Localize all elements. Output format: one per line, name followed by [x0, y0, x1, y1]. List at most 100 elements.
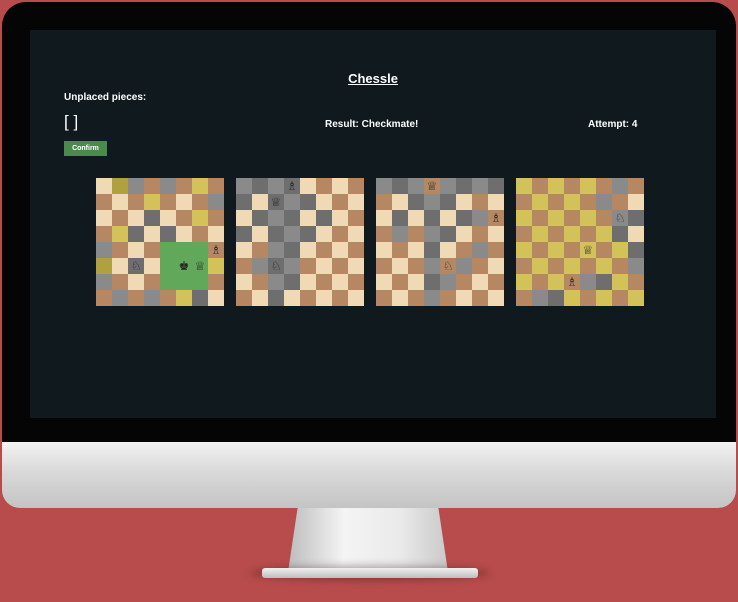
board-square[interactable]: [612, 290, 628, 306]
board-square[interactable]: [408, 274, 424, 290]
board-square[interactable]: [236, 242, 252, 258]
board-square[interactable]: [488, 226, 504, 242]
board-square[interactable]: [628, 290, 644, 306]
board-square[interactable]: [376, 210, 392, 226]
board-square[interactable]: [628, 274, 644, 290]
board-square[interactable]: [532, 194, 548, 210]
board-square[interactable]: [376, 290, 392, 306]
board-square[interactable]: [128, 274, 144, 290]
board-square[interactable]: [440, 290, 456, 306]
board-square[interactable]: [112, 290, 128, 306]
board-square[interactable]: [300, 274, 316, 290]
board-square[interactable]: [208, 290, 224, 306]
board-square[interactable]: [252, 226, 268, 242]
board-square[interactable]: [128, 242, 144, 258]
board-square[interactable]: [236, 226, 252, 242]
board-square[interactable]: [548, 242, 564, 258]
board-square[interactable]: [160, 258, 176, 274]
queen-icon[interactable]: ♕: [195, 260, 206, 272]
board-square[interactable]: [580, 210, 596, 226]
board-square[interactable]: [144, 210, 160, 226]
board-square[interactable]: [424, 226, 440, 242]
board-square[interactable]: [176, 210, 192, 226]
board-square[interactable]: [160, 290, 176, 306]
board-square[interactable]: [252, 178, 268, 194]
board-square[interactable]: [316, 242, 332, 258]
board-square[interactable]: [208, 178, 224, 194]
confirm-button[interactable]: Confirm: [64, 141, 107, 156]
board-square[interactable]: ♘: [440, 258, 456, 274]
board-square[interactable]: [516, 290, 532, 306]
board-square[interactable]: [236, 274, 252, 290]
board-square[interactable]: ♕: [580, 242, 596, 258]
board-square[interactable]: [316, 258, 332, 274]
chess-board-3[interactable]: ♕ ♗ ♘: [376, 178, 504, 306]
board-square[interactable]: [284, 226, 300, 242]
board-square[interactable]: [564, 258, 580, 274]
board-square[interactable]: [300, 210, 316, 226]
board-square[interactable]: [548, 274, 564, 290]
board-square[interactable]: [268, 226, 284, 242]
board-square[interactable]: ♗: [208, 242, 224, 258]
board-square[interactable]: [192, 210, 208, 226]
board-square[interactable]: [284, 194, 300, 210]
board-square[interactable]: [144, 274, 160, 290]
board-square[interactable]: [300, 178, 316, 194]
board-square[interactable]: [472, 242, 488, 258]
board-square[interactable]: [252, 242, 268, 258]
board-square[interactable]: [284, 258, 300, 274]
knight-icon[interactable]: ♘: [615, 212, 626, 224]
board-square[interactable]: [628, 226, 644, 242]
board-square[interactable]: ♘: [128, 258, 144, 274]
board-square[interactable]: [208, 210, 224, 226]
board-square[interactable]: [96, 258, 112, 274]
board-square[interactable]: [96, 242, 112, 258]
board-square[interactable]: [392, 210, 408, 226]
board-square[interactable]: [532, 258, 548, 274]
board-square[interactable]: ♗: [564, 274, 580, 290]
board-square[interactable]: [236, 290, 252, 306]
board-square[interactable]: [144, 242, 160, 258]
board-square[interactable]: [596, 274, 612, 290]
board-square[interactable]: [112, 242, 128, 258]
board-square[interactable]: [252, 290, 268, 306]
board-square[interactable]: [564, 210, 580, 226]
board-square[interactable]: [316, 274, 332, 290]
board-square[interactable]: [408, 258, 424, 274]
board-square[interactable]: [408, 226, 424, 242]
board-square[interactable]: [176, 226, 192, 242]
board-square[interactable]: [348, 210, 364, 226]
board-square[interactable]: [332, 258, 348, 274]
board-square[interactable]: [96, 274, 112, 290]
board-square[interactable]: [548, 226, 564, 242]
board-square[interactable]: [488, 194, 504, 210]
board-square[interactable]: [316, 178, 332, 194]
board-square[interactable]: [348, 242, 364, 258]
board-square[interactable]: [208, 274, 224, 290]
board-square[interactable]: [144, 194, 160, 210]
board-square[interactable]: [596, 194, 612, 210]
board-square[interactable]: [316, 226, 332, 242]
board-square[interactable]: [424, 194, 440, 210]
board-square[interactable]: [612, 226, 628, 242]
board-square[interactable]: [160, 194, 176, 210]
board-square[interactable]: [348, 274, 364, 290]
board-square[interactable]: [376, 194, 392, 210]
board-square[interactable]: [284, 210, 300, 226]
board-square[interactable]: [348, 178, 364, 194]
board-square[interactable]: [440, 274, 456, 290]
board-square[interactable]: [236, 178, 252, 194]
board-square[interactable]: [580, 290, 596, 306]
board-square[interactable]: [564, 290, 580, 306]
board-square[interactable]: [392, 178, 408, 194]
bishop-icon[interactable]: ♗: [491, 212, 502, 224]
board-square[interactable]: [348, 258, 364, 274]
board-square[interactable]: [144, 258, 160, 274]
board-square[interactable]: [532, 242, 548, 258]
board-square[interactable]: [532, 178, 548, 194]
board-square[interactable]: [564, 226, 580, 242]
board-square[interactable]: [628, 178, 644, 194]
board-square[interactable]: [348, 194, 364, 210]
board-square[interactable]: [300, 242, 316, 258]
board-square[interactable]: [96, 290, 112, 306]
